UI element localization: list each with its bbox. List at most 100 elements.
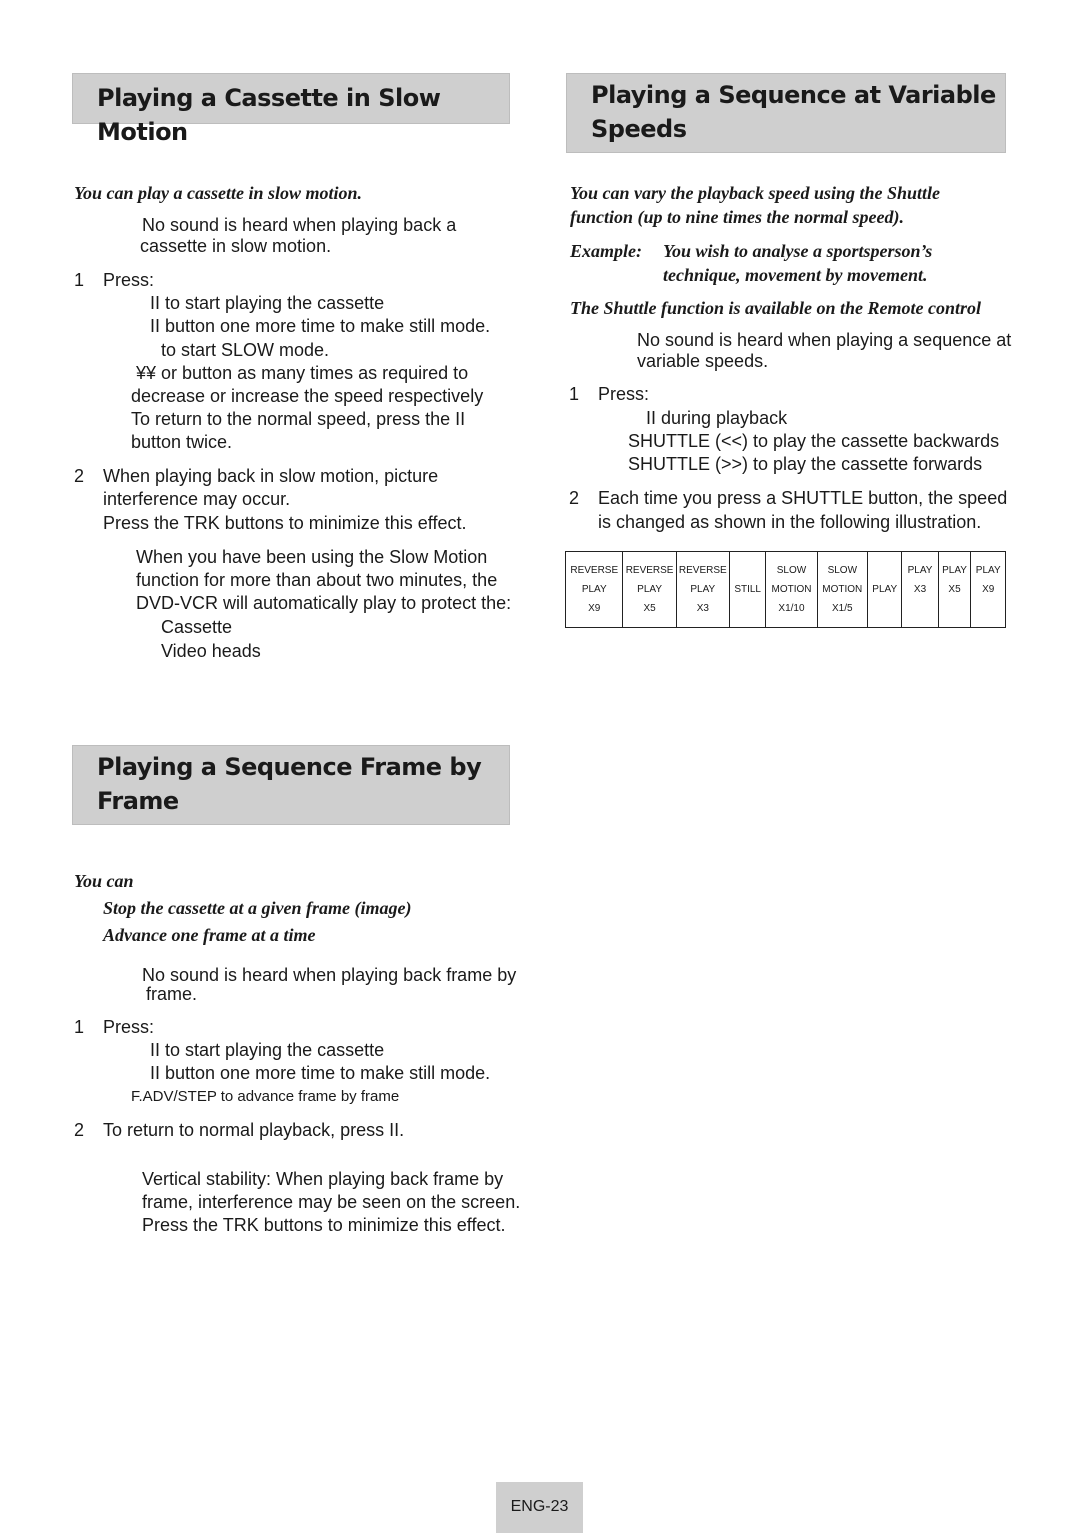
speed-label: X1/10: [778, 603, 805, 614]
speed-label: PLAY: [942, 565, 967, 576]
shuttle-speed-table: REVERSE PLAY X9 REVERSE PLAY X5 REVERSE PLAY X3 …: [564, 551, 1006, 628]
text-line: button twice.: [131, 432, 233, 452]
text-line: Cassette: [161, 617, 233, 637]
speed-label: PLAY: [975, 565, 1001, 576]
speed-label: X1/5: [832, 603, 853, 614]
text-line: To return to normal playback, press II.: [103, 1120, 405, 1140]
text-line: frame.: [146, 984, 198, 1004]
text-line: Press the TRK buttons to minimize this e…: [103, 513, 467, 533]
heading-slow-motion: Playing a Cassette in Slow Motion: [72, 73, 510, 146]
step-number: 2: [74, 466, 85, 486]
manual-page: Playing a Cassette in Slow Motion Playin…: [0, 0, 1080, 1533]
speed-label: X9: [588, 603, 601, 614]
speed-cell: REVERSE PLAY X5: [622, 551, 677, 628]
speed-cell: REVERSE PLAY X9: [564, 551, 624, 628]
text-line: interference may occur.: [103, 489, 291, 509]
heading-variable-speeds: Playing a Sequence at Variable Speeds: [566, 73, 1006, 153]
page-number: ENG-23: [496, 1482, 583, 1533]
speed-cell: PLAY X5: [937, 551, 972, 628]
speed-label: X3: [913, 584, 927, 595]
speed-cell: PLAY X3: [901, 551, 939, 628]
speed-cell: SLOW MOTION X1/5: [816, 551, 868, 628]
speed-label: STILL: [734, 584, 761, 595]
speed-label: MOTION: [822, 584, 863, 595]
text-line: F.ADV/STEP to advance frame by frame: [131, 1088, 400, 1105]
text-line: SHUTTLE (<<) to play the cassette backwa…: [628, 431, 1000, 451]
intro-text: You can play a cassette in slow motion.: [74, 183, 363, 203]
text-line: Vertical stability: When playing back fr…: [142, 1169, 504, 1189]
speed-label: PLAY: [581, 584, 607, 595]
speed-label: REVERSE: [625, 565, 674, 576]
text-line: 2: [74, 1120, 85, 1140]
speed-cell: PLAY X9: [970, 551, 1006, 628]
text-line: To return to the normal speed, press the…: [131, 409, 466, 429]
text-line: Press:: [103, 1017, 155, 1037]
text-line: frame, interference may be seen on the s…: [142, 1192, 521, 1212]
italic-text: Stop the cassette at a given frame (imag…: [103, 898, 412, 918]
heading-line: Frame: [97, 787, 179, 815]
text-line: II during playback: [646, 408, 788, 428]
text-line: 2: [569, 488, 580, 508]
speed-label: [730, 561, 765, 580]
text-line: No sound is heard when playing back fram…: [142, 965, 517, 985]
italic-text: Advance one frame at a time: [103, 925, 316, 945]
text-line: No sound is heard when playing a sequenc…: [637, 330, 1012, 350]
text-line: II button one more time to make still mo…: [150, 316, 491, 336]
text-line: SHUTTLE (>>) to play the cassette forwar…: [628, 454, 983, 474]
speed-label: MOTION: [771, 584, 812, 595]
speed-label: SLOW: [776, 565, 807, 576]
italic-text: You can vary the playback speed using th…: [570, 183, 941, 203]
speed-label: X9: [982, 584, 995, 595]
speed-label: [868, 561, 901, 580]
text-line: When playing back in slow motion, pictur…: [103, 466, 439, 486]
text-line: is changed as shown in the following ill…: [598, 512, 982, 532]
heading-frame-by-frame: Playing a Sequence Frame by Frame: [72, 745, 510, 825]
text-line: variable speeds.: [637, 351, 769, 371]
speed-label: PLAY: [907, 565, 933, 576]
text-line: cassette in slow motion.: [140, 236, 332, 256]
text-line: 1: [74, 1017, 85, 1037]
speed-label: PLAY: [637, 584, 663, 595]
text-line: II button one more time to make still mo…: [150, 1063, 491, 1083]
speed-label: REVERSE: [570, 565, 619, 576]
text-line: decrease or increase the speed respectiv…: [131, 386, 484, 406]
speed-label: PLAY: [872, 584, 898, 595]
italic-text: Example:: [570, 241, 642, 261]
speed-cell: REVERSE PLAY X3: [675, 551, 730, 628]
text-line: ¥¥ or button as many times as required t…: [136, 363, 469, 383]
step-number: 1: [74, 270, 85, 290]
text-line: Press the TRK buttons to minimize this e…: [142, 1215, 506, 1235]
speed-label: [902, 599, 937, 618]
text-line: Each time you press a SHUTTLE button, th…: [598, 488, 1008, 508]
text-line: Press:: [103, 270, 155, 290]
italic-text: The Shuttle function is available on the…: [570, 298, 982, 318]
text-line: Press:: [598, 384, 650, 404]
text-line: When you have been using the Slow Motion: [136, 547, 488, 567]
speed-cell: SLOW MOTION X1/10: [765, 551, 818, 628]
speed-label: PLAY: [690, 584, 716, 595]
speed-label: [939, 599, 971, 618]
text-line: II to start playing the cassette: [150, 293, 385, 313]
speed-cell: PLAY: [866, 551, 903, 628]
speed-label: REVERSE: [678, 565, 727, 576]
speed-label: [868, 599, 901, 618]
heading-line: Playing a Sequence Frame by: [97, 753, 482, 781]
text-line: II to start playing the cassette: [150, 1040, 385, 1060]
speed-label: X5: [643, 603, 656, 614]
italic-text: function (up to nine times the normal sp…: [570, 207, 905, 227]
speed-label: [971, 599, 1005, 618]
speed-cell: STILL: [728, 551, 767, 628]
italic-text: technique, movement by movement.: [663, 265, 928, 285]
heading-line: Speeds: [591, 115, 687, 143]
speed-label: SLOW: [827, 565, 858, 576]
text-line: 1: [569, 384, 580, 404]
speed-label: X3: [696, 603, 709, 614]
text-line: No sound is heard when playing back a: [142, 215, 457, 235]
text-line: DVD-VCR will automatically play to prote…: [136, 593, 512, 613]
italic-text: You wish to analyse a sportsperson’s: [663, 241, 933, 261]
text-line: function for more than about two minutes…: [136, 570, 498, 590]
text-line: to start SLOW mode.: [161, 340, 330, 360]
speed-label: X5: [948, 584, 961, 595]
text-line: Video heads: [161, 641, 261, 661]
speed-label: [730, 599, 765, 618]
